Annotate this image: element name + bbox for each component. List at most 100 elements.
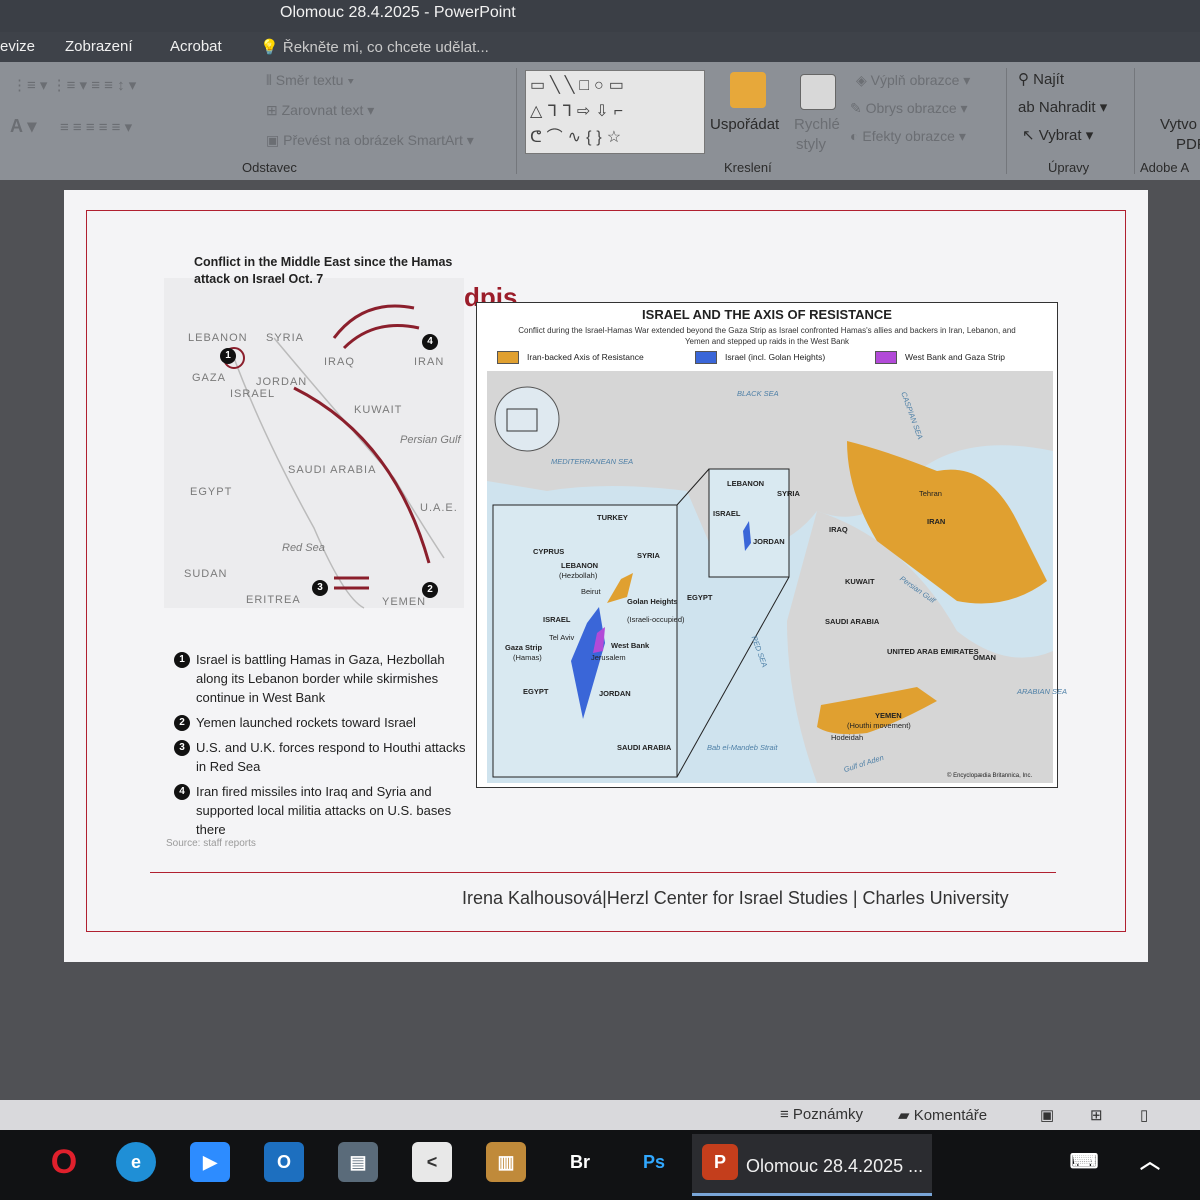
left-map-caption: Conflict in the Middle East since the Ha…	[194, 255, 453, 286]
map-label-egypt: EGYPT	[190, 486, 233, 498]
create-pdf-label-1[interactable]: Vytvo	[1160, 116, 1197, 133]
map-marker-1: 1	[220, 348, 236, 364]
label-iran: IRAN	[927, 517, 946, 526]
ribbon: ⋮≡ ▾ ⋮≡ ▾ ≡ ≡ ↕ ▾ A ▾ ≡ ≡ ≡ ≡ ≡ ▾ ⫴ Směr…	[0, 62, 1200, 180]
bridge-icon[interactable]: Br	[560, 1142, 600, 1182]
legend-item: 1 Israel is battling Hamas in Gaza, Hezb…	[174, 650, 474, 707]
tab-acrobat[interactable]: Acrobat	[170, 38, 222, 55]
comments-label: Komentáře	[913, 1107, 988, 1124]
quick-styles-icon	[800, 74, 836, 110]
opera-icon[interactable]: O	[44, 1142, 84, 1182]
shapes-row-3: ᕦ⌒∿{}☆	[530, 129, 627, 146]
font-color-icon[interactable]: A ▾	[10, 116, 36, 137]
comments-button[interactable]: ▰ Komentáře	[898, 1106, 987, 1124]
map-label-saudi: SAUDI ARABIA	[288, 464, 377, 476]
shape-outline-label: Obrys obrazce	[865, 100, 957, 116]
comment-icon: ▰	[898, 1107, 914, 1124]
arrange-button[interactable]: Uspořádat	[710, 116, 779, 133]
shape-fill-button[interactable]: ◈ Výplň obrazce ▾	[856, 72, 970, 89]
legend-number: 3	[174, 740, 190, 756]
label-egypt-inset: EGYPT	[523, 687, 549, 696]
quick-styles-label-1[interactable]: Rychlé	[794, 116, 840, 133]
text-direction-icon: ⫴	[266, 72, 276, 88]
legend-swatch-axis	[497, 351, 519, 364]
map-legend-israel: Israel (incl. Golan Heights)	[695, 351, 825, 364]
axis-of-resistance-map[interactable]: ISRAEL AND THE AXIS OF RESISTANCE Confli…	[476, 302, 1067, 788]
map-legend-wb: West Bank and Gaza Strip	[875, 351, 1005, 364]
powerpoint-icon: P	[702, 1144, 738, 1180]
pen-icon: ✎	[850, 100, 866, 116]
map-label-iran: IRAN	[414, 356, 445, 368]
select-button[interactable]: ↖ Vybrat ▾	[1022, 126, 1093, 144]
label-tel-aviv: Tel Aviv	[549, 633, 575, 642]
tell-me-search[interactable]: 💡 Řekněte mi, co chcete udělat...	[260, 38, 489, 56]
outlook-icon[interactable]: O	[264, 1142, 304, 1182]
reading-view-icon[interactable]: ▯	[1140, 1106, 1148, 1124]
sea-arabian: ARABIAN SEA	[1017, 687, 1068, 696]
slide-sorter-icon[interactable]: ⊞	[1090, 1106, 1103, 1124]
create-pdf-label-2[interactable]: PDF	[1176, 136, 1200, 153]
label-israel-inset: ISRAEL	[543, 615, 571, 624]
map-marker-3: 3	[312, 580, 328, 596]
label-jordan-small: JORDAN	[753, 537, 785, 546]
label-hezbollah: (Hezbollah)	[559, 571, 598, 580]
replace-label: Nahradit	[1038, 99, 1096, 116]
align-text-label: Zarovnat text	[281, 102, 364, 118]
label-yemen: YEMEN	[875, 711, 902, 720]
map-title: ISRAEL AND THE AXIS OF RESISTANCE	[642, 307, 892, 322]
tab-view[interactable]: Zobrazení	[65, 38, 133, 55]
legend-text: Yemen launched rockets toward Israel	[196, 715, 416, 730]
legend-item: 4 Iran fired missiles into Iraq and Syri…	[174, 782, 474, 839]
map-copyright: © Encyclopædia Britannica, Inc.	[947, 773, 1033, 779]
label-oman: OMAN	[973, 653, 996, 662]
bullet-list-icon[interactable]: ⋮≡ ▾ ⋮≡ ▾ ≡ ≡ ↕ ▾	[12, 76, 136, 94]
map-body: BLACK SEA CASPIAN SEA MEDITERRANEAN SEA …	[487, 371, 1067, 783]
label-syria-small: SYRIA	[777, 489, 800, 498]
smartart-button[interactable]: ▣ Převést na obrázek SmartArt ▾	[266, 132, 474, 149]
tab-review[interactable]: evize	[0, 38, 35, 55]
share-icon[interactable]: <	[412, 1142, 452, 1182]
sea-black: BLACK SEA	[737, 389, 779, 398]
replace-button[interactable]: ab Nahradit ▾	[1018, 98, 1107, 116]
map-label-kuwait: KUWAIT	[354, 404, 403, 416]
label-houthi: (Houthi movement)	[847, 721, 911, 730]
legend-swatch-israel	[695, 351, 717, 364]
arrange-icon	[730, 72, 766, 108]
edge-icon[interactable]: e	[116, 1142, 156, 1182]
slide-workspace: Conflict in the Middle East since the Ha…	[0, 180, 1200, 1100]
chevron-up-icon[interactable]: ︿	[1130, 1142, 1170, 1182]
keyboard-icon[interactable]: ⌨	[1064, 1142, 1104, 1182]
legend-label-israel: Israel (incl. Golan Heights)	[725, 351, 826, 362]
align-icons[interactable]: ≡ ≡ ≡ ≡ ≡ ▾	[60, 118, 132, 136]
shape-outline-button[interactable]: ✎ Obrys obrazce ▾	[850, 100, 968, 117]
shapes-gallery[interactable]: ▭╲╲□○▭ △ᒣᒣ⇨⇩⌐ ᕦ⌒∿{}☆	[525, 70, 705, 154]
shape-effects-button[interactable]: ◐ Efekty obrazce ▾	[850, 128, 966, 145]
cursor-icon: ↖	[1022, 127, 1039, 144]
archive-icon[interactable]: ▥	[486, 1142, 526, 1182]
group-label-adobe: Adobe A	[1140, 160, 1190, 175]
map-label-syria: SYRIA	[266, 332, 305, 344]
photoshop-icon[interactable]: Ps	[634, 1142, 674, 1182]
map-label-jordan: JORDAN	[256, 376, 308, 388]
files-icon[interactable]: ▤	[338, 1142, 378, 1182]
find-button[interactable]: ⚲ Najít	[1018, 70, 1064, 88]
lightbulb-icon: 💡	[260, 39, 279, 56]
menu-bar: evize Zobrazení Acrobat 💡 Řekněte mi, co…	[0, 32, 1200, 62]
quick-styles-label-2[interactable]: styly	[796, 136, 826, 153]
text-direction-button[interactable]: ⫴ Směr textu ▾	[266, 72, 354, 89]
legend-number: 1	[174, 652, 190, 668]
ribbon-separator	[516, 68, 517, 174]
normal-view-icon[interactable]: ▣	[1040, 1106, 1054, 1124]
select-label: Vybrat	[1038, 127, 1082, 144]
notes-button[interactable]: ≡ Poznámky	[780, 1106, 863, 1123]
label-saudi-inset: SAUDI ARABIA	[617, 743, 672, 752]
zoom-icon[interactable]: ▶	[190, 1142, 230, 1182]
text-direction-label: Směr textu	[275, 72, 344, 88]
slide-canvas[interactable]: Conflict in the Middle East since the Ha…	[64, 190, 1148, 962]
map-label-uae: U.A.E.	[420, 502, 458, 514]
legend-item: 2 Yemen launched rockets toward Israel	[174, 713, 474, 732]
map-marker-4: 4	[422, 334, 438, 350]
align-text-button[interactable]: ⊞ Zarovnat text ▾	[266, 102, 374, 119]
map-label-persian-gulf: Persian Gulf	[400, 434, 461, 446]
taskbar-powerpoint-button[interactable]: P Olomouc 28.4.2025 ...	[692, 1134, 932, 1196]
